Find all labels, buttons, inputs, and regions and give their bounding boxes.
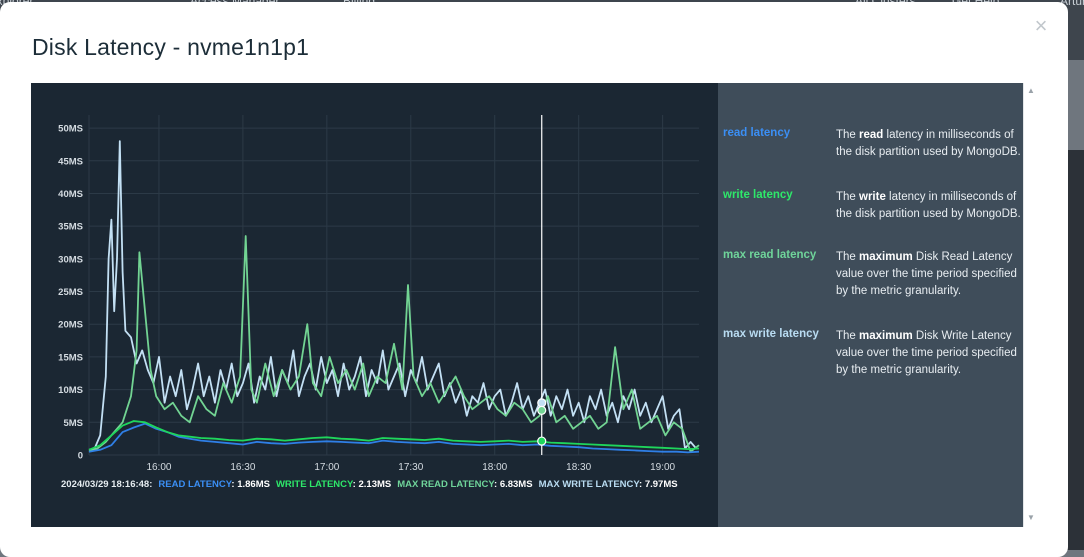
chart-panel: 0 5MS 10MS 15MS 20MS 25MS 30MS 35MS 40MS 45MS 50MS…	[31, 83, 718, 527]
y-tick-label: 35MS	[58, 222, 83, 233]
crosshair-marker	[537, 398, 547, 408]
legend-description: The read latency in milliseconds of the …	[836, 127, 1021, 161]
x-tick-label: 18:00	[482, 462, 507, 473]
legend-name: write latency	[723, 189, 793, 201]
legend-desc-bold: write	[859, 191, 886, 203]
legend-desc-bold: maximum	[859, 330, 913, 342]
disk-latency-modal: Disk Latency - nvme1n1p1 × 0 5MS 10MS 15MS 2…	[0, 2, 1068, 557]
readout-value: 6.83MS	[500, 479, 533, 490]
y-tick-label: 25MS	[58, 287, 83, 298]
x-tick-label: 17:00	[314, 462, 339, 473]
legend-desc-pre: The	[836, 330, 860, 342]
y-tick-label: 15MS	[58, 352, 83, 363]
x-tick-label: 19:00	[650, 462, 675, 473]
y-tick-label: 5MS	[63, 418, 83, 429]
x-tick-label: 18:30	[566, 462, 591, 473]
y-tick-label: 50MS	[58, 124, 83, 135]
y-tick-label: 10MS	[58, 385, 83, 396]
y-tick-label: 40MS	[58, 189, 83, 200]
scroll-down-icon[interactable]: ▼	[1026, 513, 1036, 523]
legend-description: The write latency in milliseconds of the…	[836, 189, 1021, 223]
readout-timestamp: 2024/03/29 18:16:48:	[61, 479, 152, 490]
y-tick-label: 45MS	[58, 156, 83, 167]
scroll-up-icon[interactable]: ▲	[1026, 86, 1036, 96]
y-tick-label: 20MS	[58, 320, 83, 331]
readout-label: MAX WRITE LATENCY	[539, 479, 641, 490]
modal-title: Disk Latency - nvme1n1p1	[32, 34, 310, 60]
crosshair-readout: 2024/03/29 18:16:48: READ LATENCY: 1.86MS…	[61, 479, 678, 490]
latency-chart[interactable]: 0 5MS 10MS 15MS 20MS 25MS 30MS 35MS 40MS 45MS 50MS…	[31, 83, 718, 527]
y-tick-label: 30MS	[58, 254, 83, 265]
legend-description: The maximum Disk Write Latency value ove…	[836, 328, 1021, 379]
readout-label: MAX READ LATENCY	[397, 479, 495, 490]
legend-desc-pre: The	[836, 129, 860, 141]
series-line-max-write-latency	[88, 140, 697, 451]
series-line-write-latency	[88, 420, 700, 451]
legend-desc-bold: read	[859, 129, 884, 141]
y-tick-label: 0	[78, 451, 83, 462]
crosshair-marker	[537, 405, 547, 415]
legend-desc-pre: The	[836, 191, 860, 203]
readout-value: 7.97MS	[645, 479, 678, 490]
legend-name: max write latency	[723, 328, 819, 340]
legend-desc-pre: The	[836, 251, 860, 263]
legend-desc-bold: maximum	[859, 251, 913, 263]
x-tick-label: 16:00	[146, 462, 171, 473]
legend-name: max read latency	[723, 249, 817, 261]
close-icon[interactable]: ×	[1033, 15, 1049, 37]
readout-label: READ LATENCY	[158, 479, 232, 490]
scrollbar[interactable]: ▲ ▼	[1023, 83, 1038, 527]
legend-name: read latency	[723, 127, 791, 139]
x-tick-label: 16:30	[230, 462, 255, 473]
series-line-max-read-latency	[88, 235, 700, 453]
x-tick-label: 17:30	[398, 462, 423, 473]
legend-panel: read latency The read latency in millisec…	[718, 83, 1023, 527]
readout-value: 1.86MS	[237, 479, 270, 490]
crosshair-marker	[537, 436, 547, 446]
readout-value: 2.13MS	[358, 479, 391, 490]
readout-label: WRITE LATENCY	[276, 479, 354, 490]
legend-description: The maximum Disk Read Latency value over…	[836, 249, 1021, 300]
